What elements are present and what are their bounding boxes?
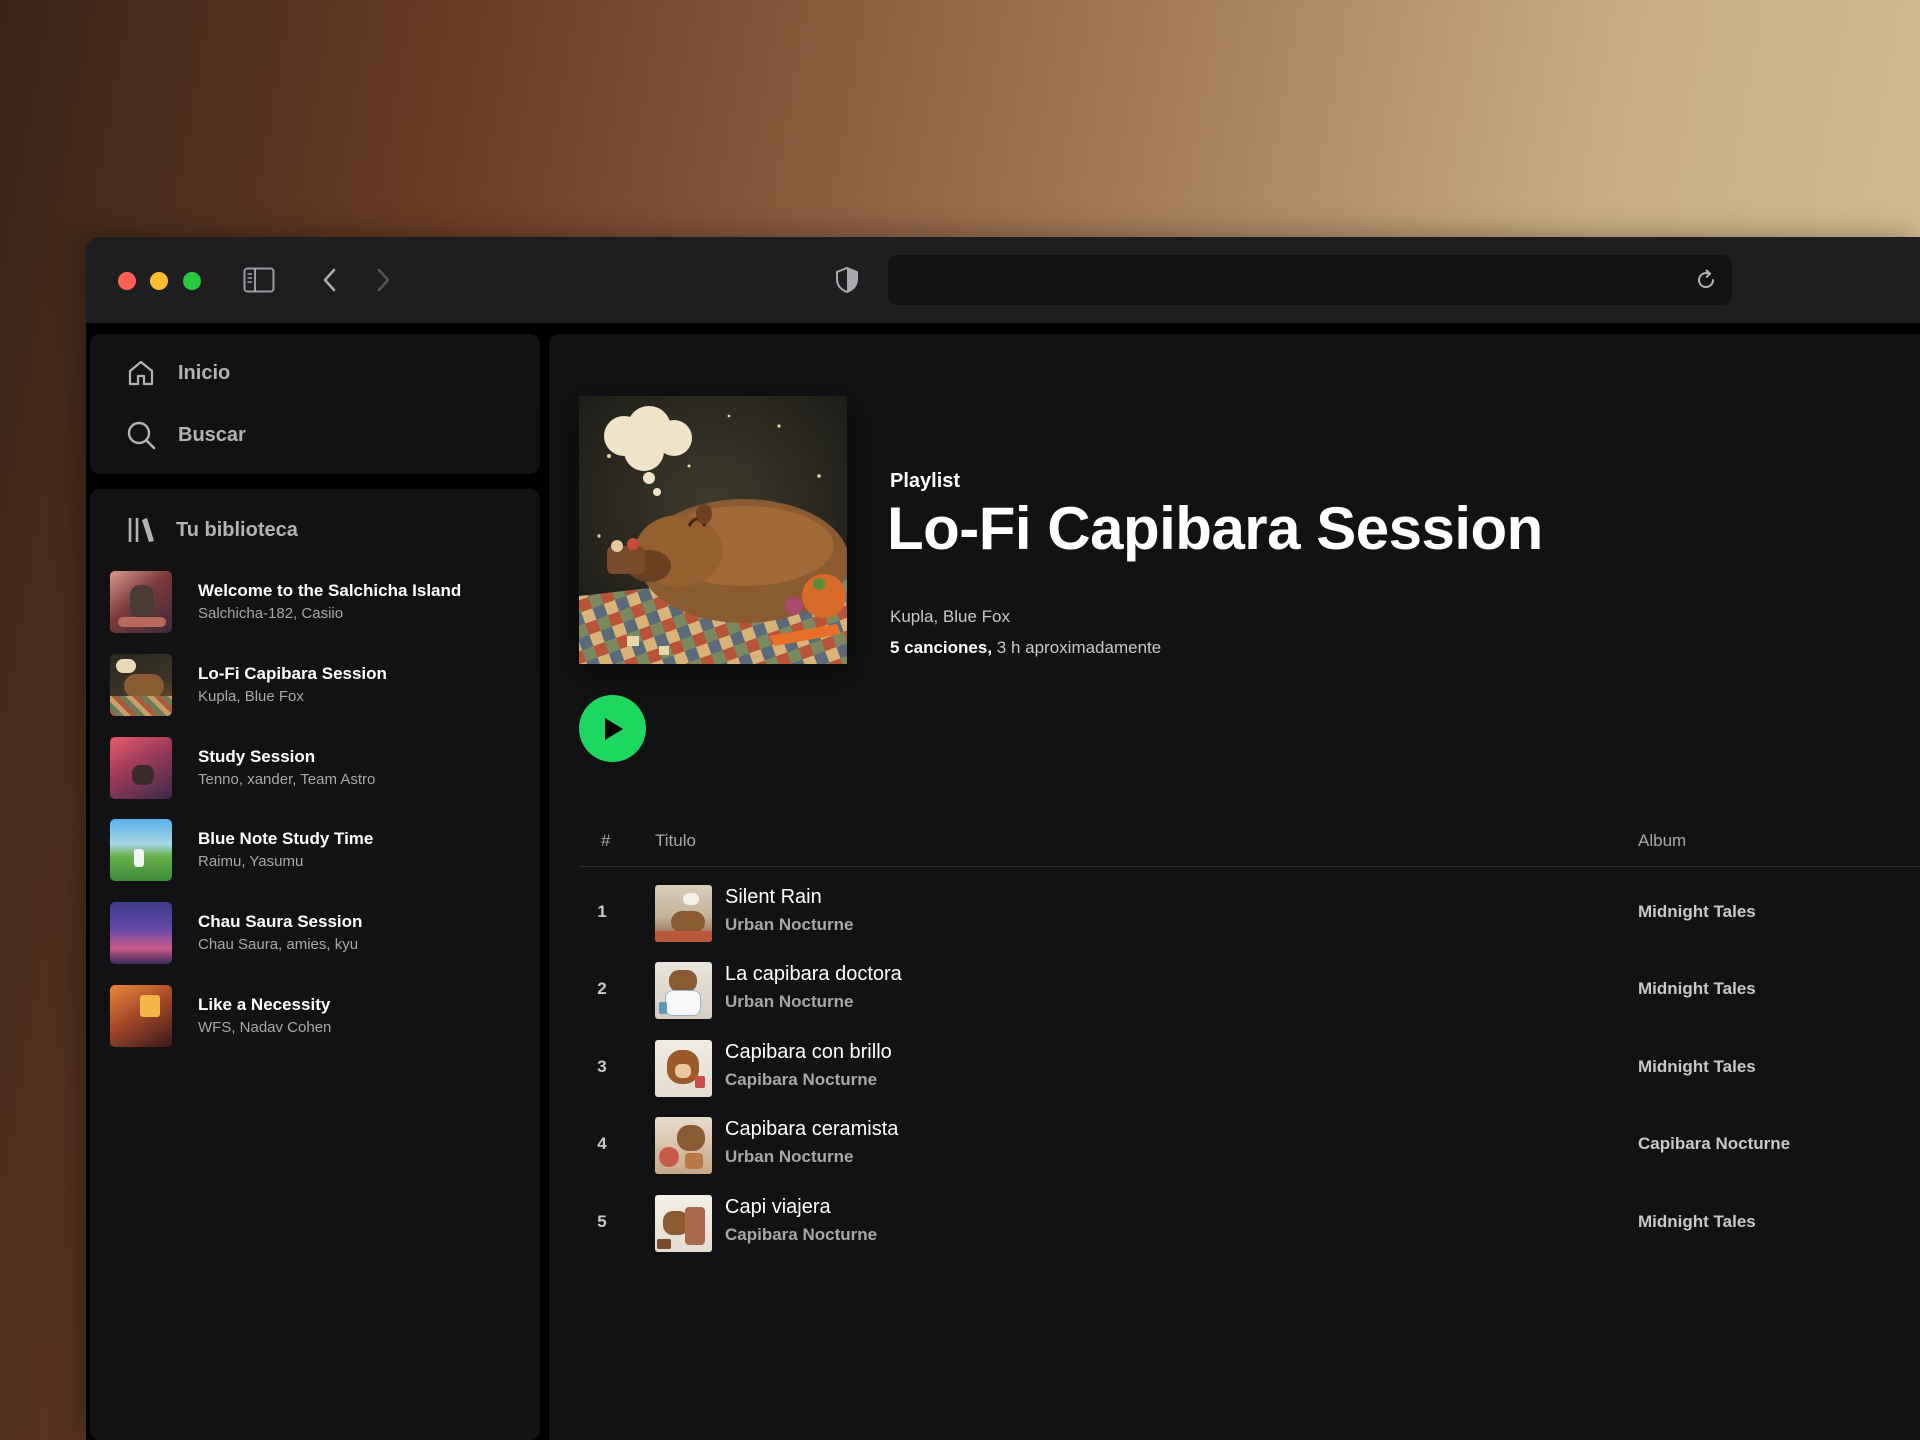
track-album[interactable]: Midnight Tales [1638,902,1756,922]
browser-window: Inicio Buscar Tu biblioteca Welcome to t… [86,237,1920,1440]
track-album[interactable]: Midnight Tales [1638,979,1756,999]
play-icon [601,716,625,742]
track-number: 2 [597,979,607,998]
column-album-header[interactable]: Album [1638,831,1686,851]
track-title[interactable]: Capi viajera [725,1196,831,1219]
playlist-cover [110,571,172,633]
address-bar[interactable] [888,255,1732,305]
playlist-cover [110,737,172,799]
shield-icon[interactable] [834,266,860,294]
library-title: Tu biblioteca [176,518,298,541]
track-artist[interactable]: Capibara Nocturne [725,1070,877,1090]
playlist-cover [110,819,172,881]
track-album[interactable]: Midnight Tales [1638,1057,1756,1077]
library-panel: Tu biblioteca Welcome to the Salchicha I… [90,489,540,1440]
library-item-title: Study Session [198,747,316,766]
nav-home-label: Inicio [178,361,231,384]
home-icon [126,358,156,388]
library-item-title: Lo-Fi Capibara Session [198,664,387,683]
track-title[interactable]: Capibara ceramista [725,1118,898,1141]
library-item-title: Like a Necessity [198,995,331,1014]
track-album[interactable]: Capibara Nocturne [1638,1134,1790,1154]
nav-item-home[interactable]: Inicio [126,358,230,388]
library-item-subtitle: WFS, Nadav Cohen [198,1019,332,1036]
library-item-title: Blue Note Study Time [198,829,374,848]
chevron-right-icon[interactable] [372,267,394,293]
track-row[interactable]: 2 La capibara doctora Urban Nocturne Mid… [579,959,1920,1021]
browser-titlebar [86,237,1920,323]
track-artist[interactable]: Urban Nocturne [725,1147,853,1167]
playlist-cover [110,985,172,1047]
library-icon [126,515,156,545]
track-cover [655,885,712,942]
library-item-subtitle: Chau Saura, amies, kyu [198,936,359,953]
playlist-cover [110,654,172,716]
tracklist-header: # Titulo Album [579,831,1920,867]
track-title[interactable]: Silent Rain [725,886,822,909]
track-number: 4 [597,1134,607,1153]
library-item[interactable]: Like a Necessity WFS, Nadav Cohen [110,985,331,1047]
library-item[interactable]: Lo-Fi Capibara Session Kupla, Blue Fox [110,654,387,716]
playlist-cover-art [579,396,847,664]
library-item-title: Chau Saura Session [198,912,363,931]
library-item-title: Welcome to the Salchicha Island [198,581,462,600]
track-number: 1 [597,902,607,921]
library-item[interactable]: Chau Saura Session Chau Saura, amies, ky… [110,902,362,964]
playlist-song-count: 5 canciones, [890,638,993,657]
column-number-header: # [601,831,611,850]
track-row[interactable]: 4 Capibara ceramista Urban Nocturne Capi… [579,1114,1920,1176]
track-cover [655,1117,712,1174]
search-icon [126,420,156,450]
library-item-subtitle: Tenno, xander, Team Astro [198,771,376,788]
playlist-cover [110,902,172,964]
track-number: 3 [597,1057,607,1076]
track-album[interactable]: Midnight Tales [1638,1212,1756,1232]
playlist-duration: 3 h aproximadamente [992,638,1162,657]
track-title[interactable]: Capibara con brillo [725,1041,892,1064]
library-item-subtitle: Raimu, Yasumu [198,853,304,870]
playlist-title: Lo-Fi Capibara Session [887,495,1543,562]
track-artist[interactable]: Urban Nocturne [725,915,853,935]
track-artist[interactable]: Capibara Nocturne [725,1225,877,1245]
close-window-button[interactable] [118,272,136,290]
library-item[interactable]: Blue Note Study Time Raimu, Yasumu [110,819,373,881]
nav-search-label: Buscar [178,423,246,446]
playlist-artists: Kupla, Blue Fox [890,607,1011,626]
sidebar-nav: Inicio Buscar [90,334,540,474]
column-title-header[interactable]: Titulo [655,831,696,851]
track-number: 5 [597,1212,607,1231]
play-button[interactable] [579,695,646,762]
playlist-type-label: Playlist [890,470,961,492]
library-header[interactable]: Tu biblioteca [126,515,298,545]
playlist-meta: 5 canciones, 3 h aproximadamente [890,638,1161,658]
reload-icon[interactable] [1694,268,1718,292]
track-row[interactable]: 5 Capi viajera Capibara Nocturne Midnigh… [579,1192,1920,1254]
playlist-view: Playlist Lo-Fi Capibara Session Kupla, B… [549,334,1920,1440]
library-item-subtitle: Salchicha-182, Casiio [198,605,344,622]
nav-item-search[interactable]: Buscar [126,420,246,450]
track-row[interactable]: 1 Silent Rain Urban Nocturne Midnight Ta… [579,882,1920,944]
track-cover [655,1040,712,1097]
track-row[interactable]: 3 Capibara con brillo Capibara Nocturne … [579,1037,1920,1099]
track-artist[interactable]: Urban Nocturne [725,992,853,1012]
track-cover [655,1195,712,1252]
library-item[interactable]: Study Session Tenno, xander, Team Astro [110,737,375,799]
zoom-window-button[interactable] [183,272,201,290]
chevron-left-icon[interactable] [319,267,341,293]
library-item-subtitle: Kupla, Blue Fox [198,688,304,705]
track-title[interactable]: La capibara doctora [725,963,902,986]
library-item[interactable]: Welcome to the Salchicha Island Salchich… [110,571,461,633]
sidebar-icon[interactable] [243,267,275,293]
minimize-window-button[interactable] [150,272,168,290]
track-cover [655,962,712,1019]
